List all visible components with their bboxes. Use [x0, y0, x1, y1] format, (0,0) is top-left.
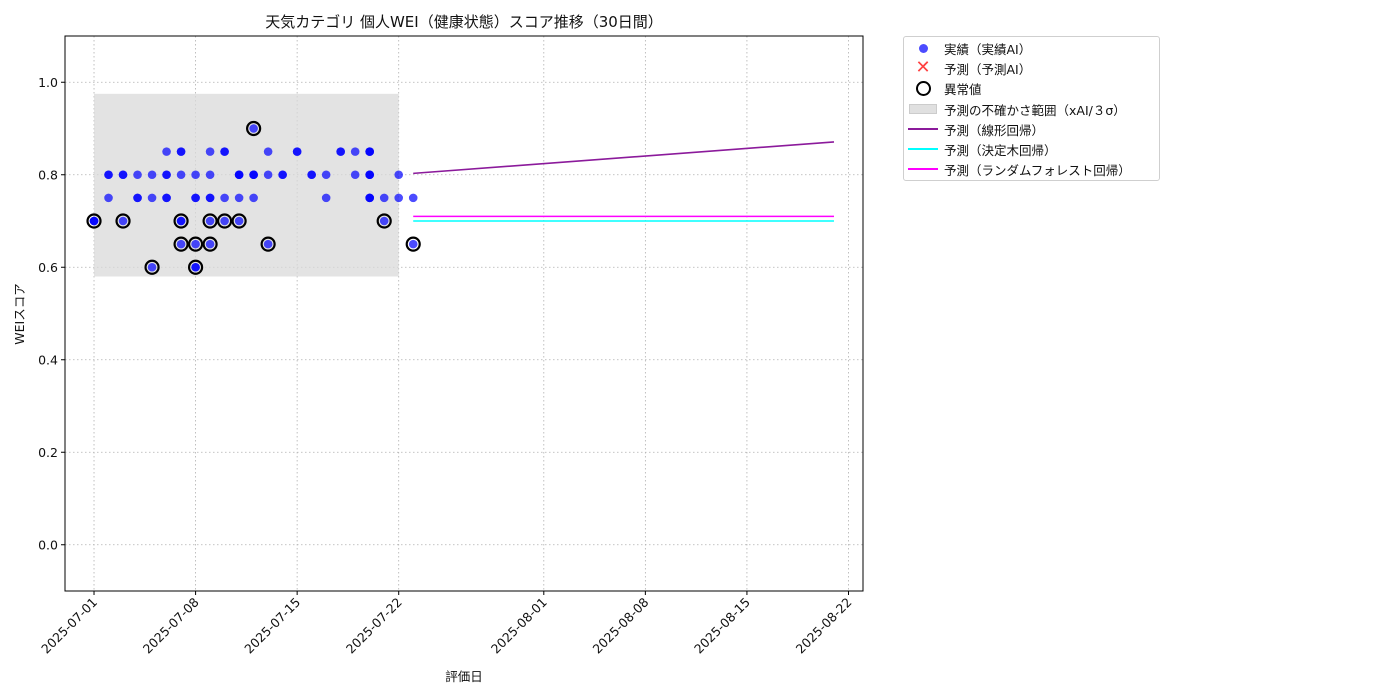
actual-point [249, 124, 258, 133]
x-tick-label: 2025-07-01 [38, 595, 100, 657]
actual-point [205, 193, 215, 203]
actual-point [249, 193, 258, 203]
x-tick-label: 2025-08-15 [691, 595, 753, 657]
actual-point [307, 170, 316, 180]
x-tick-label: 2025-08-01 [488, 595, 550, 657]
actual-point [191, 170, 200, 180]
legend-patch-marker [909, 104, 937, 114]
actual-point [176, 216, 186, 226]
x-tick-label: 2025-07-15 [241, 595, 303, 657]
actual-point [191, 239, 200, 249]
actual-point [408, 239, 418, 249]
actual-point [321, 193, 331, 203]
actual-point [176, 147, 186, 156]
y-tick-label: 0.4 [38, 352, 58, 367]
actual-point [133, 193, 142, 203]
actual-point [133, 170, 142, 180]
actual-point [278, 170, 287, 180]
y-tick-label: 0.6 [38, 260, 58, 275]
legend-line-marker [908, 148, 938, 150]
actual-point [205, 170, 215, 180]
legend-item-outlier: 異常値 [904, 78, 982, 98]
legend-item-actual: 実績（実績AI） [904, 38, 1031, 58]
legend-ring-marker [916, 81, 931, 96]
actual-point [350, 170, 360, 180]
legend-line-marker [908, 128, 938, 130]
y-tick-label: 0.2 [38, 445, 58, 460]
legend-dot-marker [919, 44, 928, 53]
actual-point [321, 170, 331, 180]
actual-point [234, 170, 244, 180]
actual-point [176, 239, 186, 249]
legend-label: 予測（予測AI） [944, 61, 1032, 77]
legend: 実績（実績AI） ✕ 予測（予測AI） 異常値 予測の不確かさ範囲（xAI/３σ… [903, 36, 1160, 181]
actual-point [147, 193, 157, 203]
actual-point [365, 170, 374, 180]
actual-point [176, 170, 186, 180]
chart-title: 天気カテゴリ 個人WEI（健康状態）スコア推移（30日間） [265, 13, 663, 31]
legend-item-forest: 予測（ランダムフォレスト回帰） [904, 159, 1131, 179]
chart: 天気カテゴリ 個人WEI（健康状態）スコア推移（30日間） 0.00.20.40… [12, 13, 864, 684]
plot-area: 0.0 0.2 0.4 0.6 0.8 1.0 2025-07-01 2025-07-08 20… [38, 35, 864, 657]
actual-point [220, 193, 229, 203]
actual-point [350, 147, 360, 156]
x-tick-label: 2025-07-22 [343, 595, 405, 657]
actual-point [118, 216, 128, 226]
actual-point [118, 170, 128, 180]
actual-point [234, 216, 244, 226]
actual-point [249, 170, 258, 180]
actual-point [191, 262, 200, 272]
legend-label: 予測の不確かさ範囲（xAI/３σ） [944, 102, 1126, 118]
x-tick-label: 2025-08-22 [793, 595, 855, 657]
actual-point [336, 147, 345, 156]
legend-label: 異常値 [944, 81, 982, 97]
actual-point [162, 170, 171, 180]
y-tick-label: 0.8 [38, 167, 58, 182]
actual-point [205, 147, 215, 156]
legend-line-marker [908, 168, 938, 170]
uncertainty-band [94, 93, 399, 277]
actual-point [394, 170, 404, 180]
legend-label: 予測（線形回帰） [944, 122, 1045, 138]
actual-point [408, 193, 418, 203]
actual-point [162, 193, 171, 203]
actual-point [263, 147, 273, 156]
actual-point [220, 216, 229, 226]
legend-item-forecast-ai: ✕ 予測（予測AI） [904, 58, 1031, 78]
actual-point [162, 147, 171, 156]
y-tick-label: 1.0 [38, 75, 58, 90]
actual-point [147, 170, 157, 180]
actual-point [205, 239, 215, 249]
actual-point [191, 193, 200, 203]
legend-label: 実績（実績AI） [944, 41, 1032, 57]
legend-item-linear: 予測（線形回帰） [904, 119, 1044, 139]
legend-x-marker: ✕ [915, 57, 931, 78]
actual-point [263, 170, 273, 180]
x-tick-label: 2025-07-08 [140, 594, 202, 656]
actual-point [394, 193, 404, 203]
actual-point [220, 147, 229, 156]
actual-point [147, 262, 157, 272]
actual-point [104, 170, 113, 180]
y-axis-label: WEIスコア [12, 283, 27, 344]
actual-point [365, 193, 374, 203]
actual-point [292, 147, 302, 156]
actual-point [104, 193, 113, 203]
legend-label: 予測（ランダムフォレスト回帰） [944, 162, 1131, 178]
actual-point [263, 239, 273, 249]
actual-point [205, 216, 215, 226]
x-tick-label: 2025-08-08 [590, 594, 652, 656]
actual-point [234, 193, 244, 203]
x-axis-label: 評価日 [445, 669, 483, 684]
actual-point [379, 216, 389, 226]
legend-item-tree: 予測（決定木回帰） [904, 139, 1057, 159]
forecast-line [413, 141, 835, 175]
y-tick-label: 0.0 [38, 537, 58, 552]
legend-label: 予測（決定木回帰） [944, 142, 1057, 158]
legend-item-uncertainty: 予測の不確かさ範囲（xAI/３σ） [904, 99, 1126, 119]
actual-point [89, 216, 99, 226]
actual-point [379, 193, 389, 203]
actual-point [365, 147, 374, 156]
